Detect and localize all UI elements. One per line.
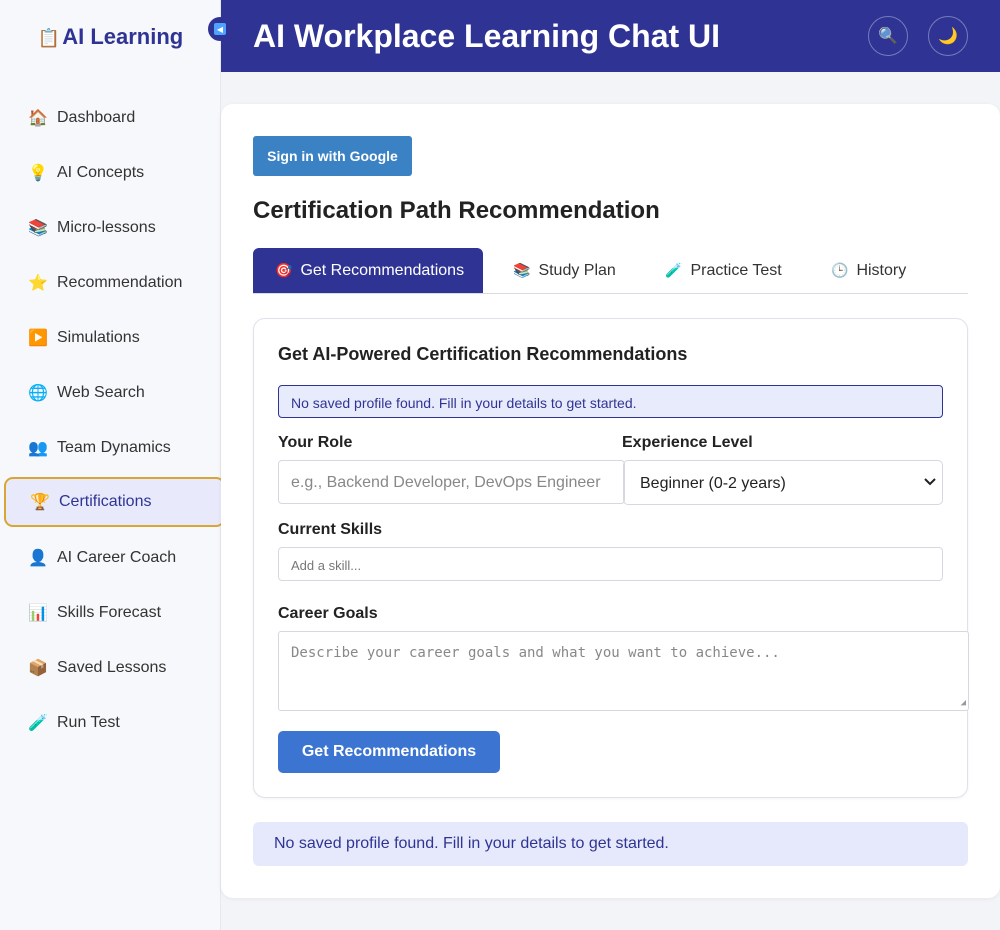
sidebar-item-label: Micro-lessons [57, 218, 156, 236]
sidebar-item-recommendation[interactable]: ⭐ Recommendation [0, 255, 221, 310]
profile-notice: No saved profile found. Fill in your det… [278, 385, 943, 418]
sidebar-item-ai-concepts[interactable]: 💡 AI Concepts [0, 145, 221, 200]
sidebar-item-team-dynamics[interactable]: 👥 Team Dynamics [0, 420, 221, 475]
clipboard-icon: 📋 [37, 28, 61, 48]
role-input[interactable]: e.g., Backend Developer, DevOps Engineer [278, 460, 625, 504]
bottom-notice: No saved profile found. Fill in your det… [253, 822, 968, 866]
search-icon: 🔍 [878, 28, 898, 45]
brand[interactable]: 📋AI Learning [0, 24, 221, 50]
people-icon: 👥 [28, 439, 48, 457]
get-recommendations-button[interactable]: Get Recommendations [278, 731, 500, 773]
globe-icon: 🌐 [28, 384, 48, 402]
section-title: Certification Path Recommendation [253, 197, 660, 224]
sidebar-item-label: Certifications [59, 493, 152, 510]
sidebar: 📋AI Learning 🏠 Dashboard 💡 AI Concepts 📚… [0, 0, 225, 930]
books-icon: 📚 [513, 262, 531, 278]
page-title: AI Workplace Learning Chat UI [253, 18, 721, 54]
person-icon: 👤 [28, 549, 48, 567]
tab-label: Study Plan [538, 261, 616, 279]
sidebar-item-label: AI Career Coach [57, 548, 177, 566]
goals-label: Career Goals [278, 605, 378, 622]
sidebar-item-web-search[interactable]: 🌐 Web Search [0, 365, 221, 420]
tab-label: Get Recommendations [300, 261, 465, 279]
sidebar-item-saved-lessons[interactable]: 📦 Saved Lessons [0, 640, 221, 695]
sidebar-item-label: Saved Lessons [57, 658, 167, 676]
sidebar-nav: 🏠 Dashboard 💡 AI Concepts 📚 Micro-lesson… [0, 90, 225, 750]
sidebar-item-label: Team Dynamics [57, 438, 171, 456]
sidebar-item-label: Recommendation [57, 273, 183, 291]
role-label: Your Role [278, 434, 353, 451]
sidebar-item-ai-career-coach[interactable]: 👤 AI Career Coach [0, 530, 221, 585]
sidebar-item-run-test[interactable]: 🧪 Run Test [0, 695, 221, 750]
experience-select[interactable]: Beginner (0-2 years) [623, 460, 943, 505]
sidebar-item-label: Simulations [57, 328, 140, 346]
sidebar-item-simulations[interactable]: ▶️ Simulations [0, 310, 221, 365]
tab-history[interactable]: 🕒 History [831, 248, 906, 293]
brand-label: AI Learning [62, 24, 184, 49]
sidebar-item-label: Dashboard [57, 108, 136, 126]
goals-textarea[interactable]: Describe your career goals and what you … [278, 631, 969, 711]
resize-handle-icon[interactable]: ◢ [961, 698, 966, 708]
sidebar-item-skills-forecast[interactable]: 📊 Skills Forecast [0, 585, 221, 640]
test-tube-icon: 🧪 [665, 262, 683, 278]
app-header: AI Workplace Learning Chat UI 🔍 🌙 [221, 0, 1000, 72]
tab-label: History [856, 261, 907, 279]
tab-study-plan[interactable]: 📚 Study Plan [513, 248, 616, 293]
sidebar-item-label: AI Concepts [57, 163, 145, 181]
tab-label: Practice Test [690, 261, 782, 279]
search-button[interactable]: 🔍 [868, 16, 908, 56]
skills-label: Current Skills [278, 521, 383, 538]
home-icon: 🏠 [28, 109, 48, 127]
tab-bar: 🎯 Get Recommendations 📚 Study Plan 🧪 Pra… [253, 248, 968, 294]
main-content: Sign in with Google Certification Path R… [221, 104, 1000, 898]
tab-practice-test[interactable]: 🧪 Practice Test [665, 248, 782, 293]
sidebar-item-label: Skills Forecast [57, 603, 162, 621]
tab-get-recommendations[interactable]: 🎯 Get Recommendations [253, 248, 483, 293]
sidebar-item-certifications[interactable]: 🏆 Certifications [4, 477, 225, 527]
sidebar-item-label: Web Search [57, 383, 145, 401]
lightbulb-icon: 💡 [28, 164, 48, 182]
experience-value: Beginner (0-2 years) [640, 475, 786, 492]
experience-label: Experience Level [622, 434, 753, 451]
chevron-down-icon [924, 475, 936, 489]
star-icon: ⭐ [28, 274, 48, 292]
recommendation-form: Get AI-Powered Certification Recommendat… [253, 318, 969, 798]
form-title: Get AI-Powered Certification Recommendat… [278, 344, 688, 364]
sidebar-item-label: Run Test [57, 713, 120, 731]
target-icon: 🎯 [275, 262, 293, 278]
sidebar-item-dashboard[interactable]: 🏠 Dashboard [0, 90, 221, 145]
books-icon: 📚 [28, 219, 48, 237]
sidebar-collapse-button[interactable]: ◀ [208, 17, 232, 41]
goals-placeholder: Describe your career goals and what you … [291, 645, 780, 661]
trophy-icon: 🏆 [30, 494, 50, 511]
bar-chart-icon: 📊 [28, 604, 48, 622]
sidebar-item-micro-lessons[interactable]: 📚 Micro-lessons [0, 200, 221, 255]
play-icon: ▶️ [28, 329, 48, 347]
package-icon: 📦 [28, 659, 48, 677]
google-signin-button[interactable]: Sign in with Google [253, 136, 412, 176]
chevron-left-icon: ◀ [214, 23, 226, 35]
theme-toggle-button[interactable]: 🌙 [928, 16, 968, 56]
skill-input[interactable]: Add a skill... [278, 547, 943, 581]
clock-icon: 🕒 [831, 262, 849, 278]
test-tube-icon: 🧪 [28, 714, 48, 732]
moon-icon: 🌙 [938, 28, 958, 45]
